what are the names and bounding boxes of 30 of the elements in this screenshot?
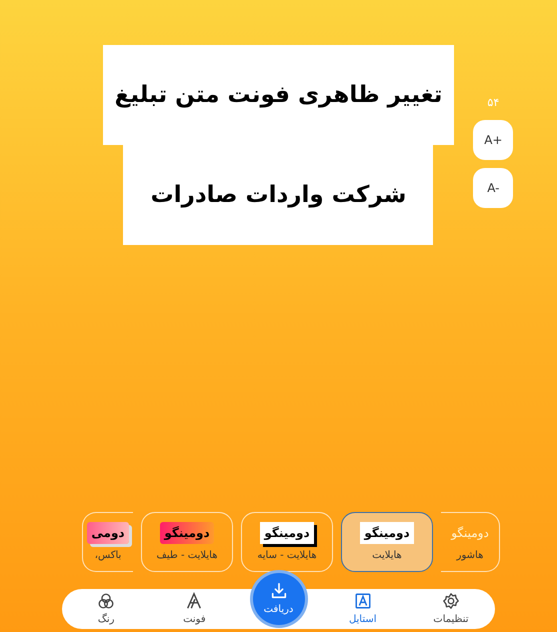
style-label: هایلایت - سایه: [257, 548, 317, 562]
letter-square-icon: [354, 592, 372, 610]
style-option[interactable]: دومی باکس،: [82, 512, 133, 572]
download-button[interactable]: دریافت: [252, 573, 305, 625]
style-option[interactable]: دومینگو هایلایت - سایه: [241, 512, 333, 572]
increase-size-button[interactable]: A+: [473, 120, 514, 160]
style-preview: دومینگو: [450, 524, 490, 542]
letter-icon: [185, 592, 204, 610]
nav-tab[interactable]: تنظیمات: [420, 592, 481, 626]
font-size-value: ۵۴: [487, 95, 500, 111]
style-label: باکس،: [94, 548, 122, 562]
headline-text: تغییر ظاهری فونت متن تبلیغ: [102, 45, 454, 145]
circles-icon: [97, 592, 116, 610]
style-preview: دومینگو: [360, 522, 414, 544]
style-preview: دومینگو: [260, 522, 314, 544]
style-label: هایلایت: [372, 548, 402, 562]
style-label: هاشور: [456, 548, 484, 562]
style-option[interactable]: دومینگو هاشور: [441, 512, 500, 572]
style-preview: دومینگو: [160, 522, 214, 544]
style-label: هایلایت - طیف: [156, 548, 218, 562]
style-option[interactable]: دومینگو هایلایت: [341, 512, 433, 572]
nav-tab[interactable]: رنگ: [76, 592, 136, 626]
download-icon: [270, 582, 288, 600]
headline-text: شرکت واردات صادرات: [123, 145, 434, 245]
settings-icon: [442, 592, 460, 610]
style-preview: دومی: [87, 522, 129, 544]
nav-tab[interactable]: فونت: [164, 592, 224, 626]
nav-tab[interactable]: استایل: [332, 592, 393, 626]
decrease-size-button[interactable]: A-: [473, 168, 514, 208]
style-option[interactable]: دومینگو هایلایت - طیف: [141, 512, 233, 572]
